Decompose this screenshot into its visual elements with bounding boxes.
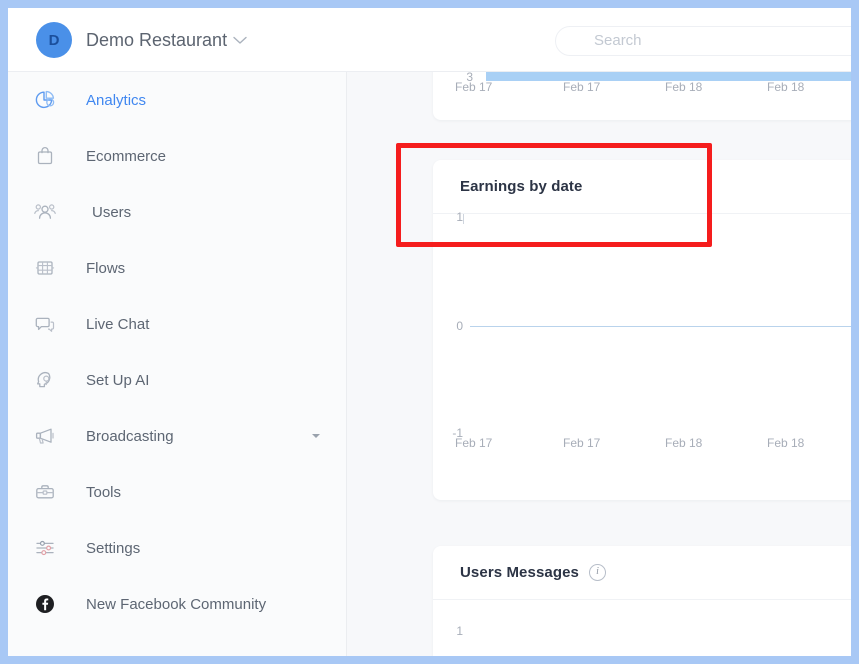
sidebar-item-tools[interactable]: Tools xyxy=(8,464,346,520)
sidebar-item-label: Analytics xyxy=(86,91,147,109)
sidebar-item-label: Live Chat xyxy=(86,315,150,333)
chart-zero-line xyxy=(470,326,851,327)
shopping-bag-icon xyxy=(32,143,58,169)
x-axis-tick-label: Feb 18 xyxy=(767,80,805,94)
card-earnings-by-date: Earnings by date 1 0 -1 Feb 17 Feb 17 Fe… xyxy=(433,160,851,500)
page-surface: D Demo Restaurant Search Analytics Ecomm… xyxy=(8,8,851,656)
sidebar-item-label: New Facebook Community xyxy=(86,595,267,613)
x-axis-tick-label: Feb 18 xyxy=(767,436,805,450)
card-title: Earnings by date xyxy=(460,178,583,195)
y-axis-tick-label: 1 xyxy=(456,210,463,224)
sidebar-item-label: Settings xyxy=(86,539,141,557)
main-content: 3 Feb 17 Feb 17 Feb 18 Feb 18 Earnings b… xyxy=(347,72,851,656)
y-axis-tick-label: 0 xyxy=(456,319,463,333)
x-axis-tick-label: Feb 17 xyxy=(563,80,601,94)
sidebar-item-new-facebook-community[interactable]: New Facebook Community xyxy=(8,576,346,632)
sidebar-item-flows[interactable]: Flows xyxy=(8,240,346,296)
x-axis-tick-label: Feb 17 xyxy=(455,80,493,94)
sidebar-item-label: Ecommerce xyxy=(86,147,167,165)
sidebar-item-live-chat[interactable]: Live Chat xyxy=(8,296,346,352)
sidebar-item-analytics[interactable]: Analytics xyxy=(8,72,346,128)
info-icon[interactable]: i xyxy=(588,564,606,581)
users-group-icon xyxy=(32,199,58,225)
chevron-down-icon[interactable] xyxy=(233,34,247,47)
sidebar-item-settings[interactable]: Settings xyxy=(8,520,346,576)
earnings-chart: 1 0 -1 Feb 17 Feb 17 Feb 18 Feb 18 xyxy=(433,210,851,500)
app-window: D Demo Restaurant Search Analytics Ecomm… xyxy=(0,0,859,664)
sidebar: Analytics Ecommerce Users Flows Live Cha… xyxy=(8,72,347,656)
card-chart-top-partial: 3 Feb 17 Feb 17 Feb 18 Feb 18 xyxy=(433,72,851,120)
top-bar: D Demo Restaurant Search xyxy=(8,8,851,72)
y-axis-tick-label: 1 xyxy=(456,624,463,638)
card-title: Users Messages xyxy=(460,564,579,581)
users-messages-chart: 1 xyxy=(433,600,851,656)
sidebar-item-label: Users xyxy=(92,203,132,221)
search-placeholder: Search xyxy=(594,32,642,49)
megaphone-icon xyxy=(32,423,58,449)
workspace-name: Demo Restaurant xyxy=(86,29,228,50)
card-header: Earnings by date xyxy=(433,160,851,214)
x-axis-tick-label: Feb 18 xyxy=(665,436,703,450)
chat-bubbles-icon xyxy=(32,311,58,337)
card-users-messages: Users Messages i 1 xyxy=(433,546,851,656)
toolbox-icon xyxy=(32,479,58,505)
x-axis-tick-label: Feb 17 xyxy=(563,436,601,450)
sidebar-item-ecommerce[interactable]: Ecommerce xyxy=(8,128,346,184)
sidebar-item-label: Flows xyxy=(86,259,126,277)
sidebar-item-label: Tools xyxy=(86,483,122,501)
facebook-icon xyxy=(32,591,58,617)
workspace-switcher[interactable]: D Demo Restaurant xyxy=(36,22,247,58)
card-header: Users Messages i xyxy=(433,546,851,600)
avatar: D xyxy=(36,22,72,58)
search-input[interactable]: Search xyxy=(555,26,851,56)
sidebar-item-label: Broadcasting xyxy=(86,427,174,445)
pie-chart-icon xyxy=(32,87,58,113)
chevron-down-icon[interactable] xyxy=(312,434,320,438)
x-axis-tick-label: Feb 18 xyxy=(665,80,703,94)
y-axis-tick-mark xyxy=(463,214,464,224)
ai-head-icon xyxy=(32,367,58,393)
x-axis-tick-label: Feb 17 xyxy=(455,436,493,450)
sliders-icon xyxy=(32,535,58,561)
sidebar-item-label: Set Up AI xyxy=(86,371,150,389)
sidebar-item-set-up-ai[interactable]: Set Up AI xyxy=(8,352,346,408)
sidebar-item-broadcasting[interactable]: Broadcasting xyxy=(8,408,346,464)
sidebar-item-users[interactable]: Users xyxy=(8,184,346,240)
flows-icon xyxy=(32,255,58,281)
